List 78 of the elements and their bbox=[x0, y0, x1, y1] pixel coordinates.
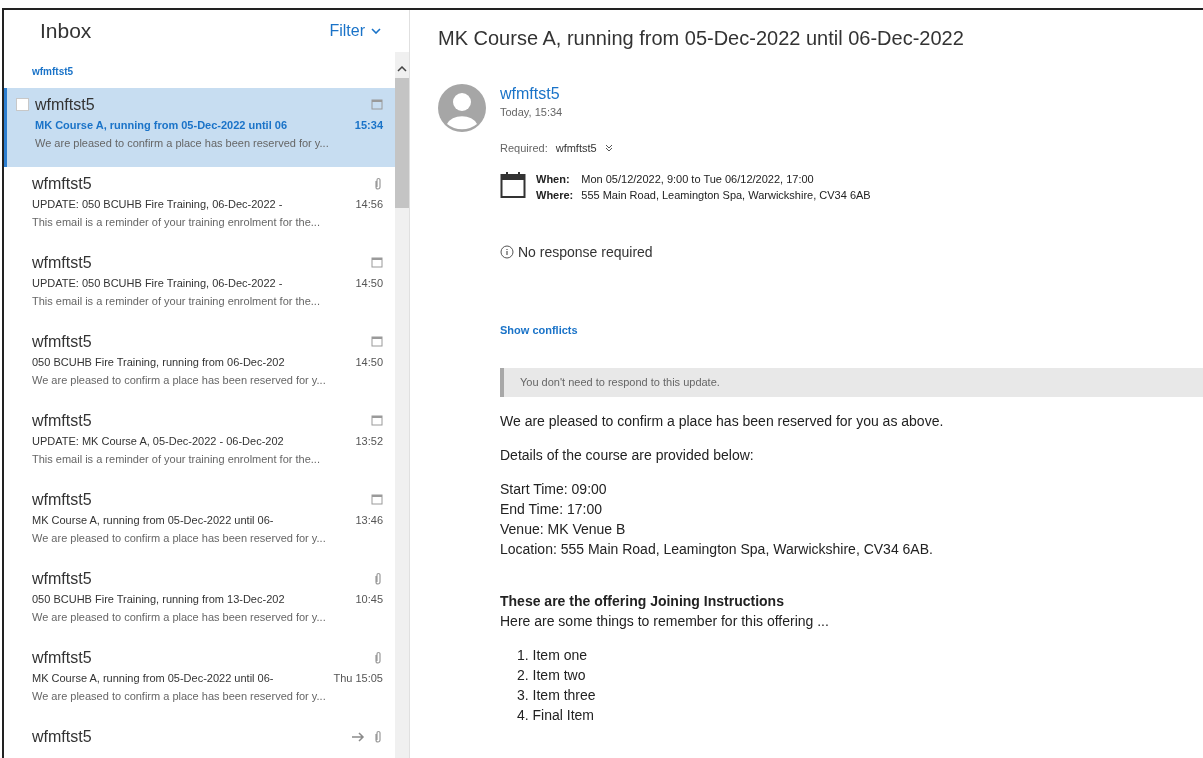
avatar-silhouette bbox=[438, 84, 486, 132]
message-subject: UPDATE: 050 BCUHB Fire Training, 06-Dec-2022 - bbox=[32, 197, 283, 212]
response-status: No response required bbox=[518, 242, 653, 262]
message-preview: This email is a reminder of your training enrolment for the... bbox=[32, 215, 321, 230]
message-preview: We are pleased to confirm a place has been reserved for y... bbox=[32, 531, 327, 546]
info-icon bbox=[500, 245, 514, 259]
scroll-up-icon bbox=[397, 66, 407, 72]
group-label: wfmftst5 bbox=[31, 65, 75, 79]
double-chevron-icon bbox=[604, 144, 613, 153]
where-value: 555 Main Road, Leamington Spa, Warwickshire, CV34 6AB bbox=[581, 188, 871, 203]
filter-button[interactable]: Filter bbox=[329, 19, 381, 43]
inbox-title: Inbox bbox=[40, 18, 92, 45]
when-label: When: bbox=[536, 171, 571, 187]
sender-name: wfmftst5 bbox=[35, 95, 95, 115]
body-heading: These are the offering Joining Instructions bbox=[500, 591, 785, 611]
body-line: Location: 555 Main Road, Leamington Spa, Warwickshire, CV34 6AB. bbox=[500, 539, 934, 559]
sender-name: wfmftst5 bbox=[32, 569, 92, 589]
list-item: 3. Item three bbox=[517, 685, 597, 705]
message-preview: We are pleased to confirm a place has been reserved for y... bbox=[32, 373, 327, 388]
message-item[interactable]: wfmftst5 MK Course A, running from 05-Dec-2022 until 06 15:34 We are pleased to confirm a place has been reserved for y... bbox=[4, 88, 395, 167]
list-item: 4. Final Item bbox=[517, 705, 596, 725]
body-line: Start Time: 09:00 bbox=[500, 479, 608, 499]
message-preview: We are pleased to confirm a place has been reserved for y... bbox=[32, 610, 327, 625]
sender-name: wfmftst5 bbox=[32, 174, 92, 194]
sender-name: wfmftst5 bbox=[32, 648, 92, 668]
calendar-icon bbox=[500, 170, 526, 199]
required-attendee: wfmftst5 bbox=[555, 141, 597, 156]
message-time: 14:50 bbox=[355, 276, 383, 291]
sender-name: wfmftst5 bbox=[32, 490, 92, 510]
message-subject: 050 BCUHB Fire Training, running from 13-Dec-202 bbox=[32, 592, 285, 607]
message-time: 13:46 bbox=[355, 513, 383, 528]
sender-link[interactable]: wfmftst5 bbox=[500, 84, 563, 104]
sender-name: wfmftst5 bbox=[32, 727, 92, 747]
body-paragraph: Details of the course are provided below: bbox=[500, 445, 755, 465]
message-time: 14:56 bbox=[355, 197, 383, 212]
list-item: 1. Item one bbox=[517, 645, 589, 665]
when-value: Mon 05/12/2022, 9:00 to Tue 06/12/2022, 17:00 bbox=[581, 171, 815, 187]
message-subject: MK Course A, running from 05-Dec-2022 until 06- bbox=[32, 513, 274, 528]
message-subject: MK Course A, running from 05-Dec-2022 until 06 bbox=[35, 118, 288, 133]
body-line: Venue: MK Venue B bbox=[500, 519, 627, 539]
message-subject: MK Course A, running from 05-Dec-2022 until 06- bbox=[32, 671, 274, 686]
message-subject-title: MK Course A, running from 05-Dec-2022 until 06-Dec-2022 bbox=[438, 26, 965, 51]
body-paragraph: We are pleased to confirm a place has been reserved for you as above. bbox=[500, 411, 945, 431]
chevron-down-icon bbox=[371, 28, 381, 34]
message-item[interactable]: wfmftst5 050 BCUHB Fire Training, running from 13-Dec-202 10:45 We are pleased to confirm a place has been reserved for y... bbox=[4, 562, 395, 641]
message-time: 13:52 bbox=[355, 434, 383, 449]
notice-bar: You don't need to respond to this update. bbox=[500, 367, 1203, 397]
message-subject: 050 BCUHB Fire Training, running from 06-Dec-202 bbox=[32, 355, 285, 370]
scroll-thumb[interactable] bbox=[395, 78, 409, 208]
sent-date: Today, 15:34 bbox=[500, 105, 563, 120]
message-item[interactable]: wfmftst5 MK Course A, running from 05-Dec-2022 until 06- Thu 15:05 We are pleased to confirm a place has been reserved for y... bbox=[4, 641, 395, 720]
required-label: Required: bbox=[500, 141, 548, 156]
message-subject: UPDATE: 050 BCUHB Fire Training, 06-Dec-2022 - bbox=[32, 276, 283, 291]
message-preview: This email is a reminder of your training enrolment for the... bbox=[32, 452, 321, 467]
sender-name: wfmftst5 bbox=[32, 332, 92, 352]
message-item[interactable]: wfmftst5 UPDATE: 050 BCUHB Fire Training, 06-Dec-2022 - 14:56 This email is a reminder of your training enrolment for the... bbox=[4, 167, 395, 246]
body-line: End Time: 17:00 bbox=[500, 499, 603, 519]
message-item[interactable]: wfmftst5 UPDATE: 050 BCUHB Fire Training, 06-Dec-2022 - 14:50 This email is a reminder of your training enrolment for the... bbox=[4, 246, 395, 325]
message-time: 14:50 bbox=[355, 355, 383, 370]
message-time: 10:45 bbox=[355, 592, 383, 607]
where-label: Where: bbox=[536, 188, 574, 203]
message-item[interactable]: wfmftst5 050 BCUHB Fire Training, running from 06-Dec-202 14:50 We are pleased to confirm a place has been reserved for y... bbox=[4, 325, 395, 404]
message-preview: We are pleased to confirm a place has been reserved for y... bbox=[35, 136, 330, 151]
show-conflicts-link[interactable]: Show conflicts bbox=[500, 323, 578, 336]
list-item: 2. Item two bbox=[517, 665, 587, 685]
message-preview: We are pleased to confirm a place has been reserved for y... bbox=[32, 689, 327, 704]
checkbox[interactable] bbox=[16, 98, 29, 111]
message-subject: UPDATE: MK Course A, 05-Dec-2022 - 06-Dec-202 bbox=[32, 434, 284, 449]
body-paragraph: Here are some things to remember for this offering ... bbox=[500, 611, 830, 631]
message-item[interactable]: wfmftst5 bbox=[4, 720, 395, 758]
message-item[interactable]: wfmftst5 MK Course A, running from 05-Dec-2022 until 06- 13:46 We are pleased to confirm a place has been reserved for y... bbox=[4, 483, 395, 562]
message-preview: This email is a reminder of your training enrolment for the... bbox=[32, 294, 321, 309]
scrollbar[interactable] bbox=[395, 52, 409, 758]
sender-name: wfmftst5 bbox=[32, 253, 92, 273]
sender-name: wfmftst5 bbox=[32, 411, 92, 431]
message-item[interactable]: wfmftst5 UPDATE: MK Course A, 05-Dec-2022 - 06-Dec-202 13:52 This email is a reminder of your training enrolment for the... bbox=[4, 404, 395, 483]
message-time: Thu 15:05 bbox=[333, 671, 383, 686]
message-time: 15:34 bbox=[354, 118, 383, 133]
